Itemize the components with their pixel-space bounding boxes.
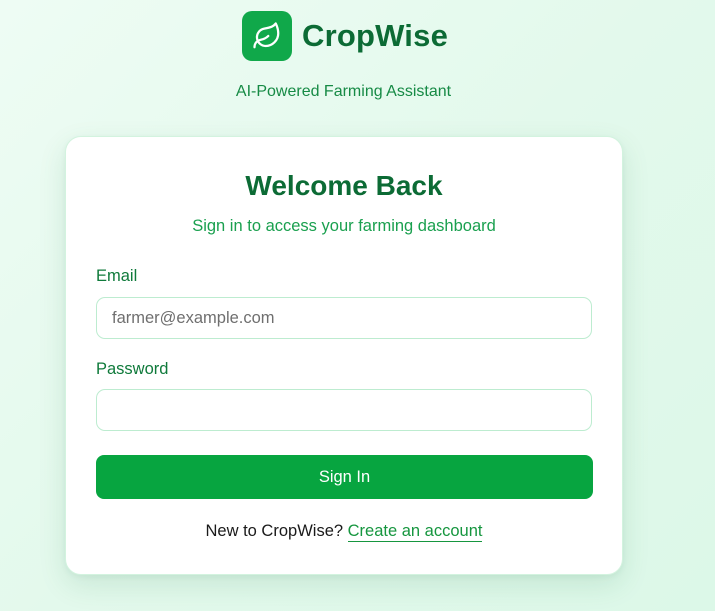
login-card: Welcome Back Sign in to access your farm…	[65, 136, 623, 575]
create-account-link[interactable]: Create an account	[347, 522, 483, 542]
signup-prompt-text: New to CropWise?	[205, 522, 344, 540]
password-label: Password	[96, 360, 169, 378]
login-subtitle: Sign in to access your farming dashboard	[192, 217, 496, 235]
email-field[interactable]	[96, 297, 592, 339]
brand-tagline: AI-Powered Farming Assistant	[235, 83, 452, 100]
brand-header: CropWise	[242, 11, 448, 61]
brand-name: CropWise	[302, 18, 449, 53]
sign-in-button[interactable]: Sign In	[96, 455, 593, 499]
leaf-icon	[242, 11, 292, 61]
signup-prompt: New to CropWise? Create an account	[66, 522, 622, 542]
login-title: Welcome Back	[245, 170, 443, 201]
email-label: Email	[96, 267, 138, 285]
password-field[interactable]	[96, 389, 592, 431]
